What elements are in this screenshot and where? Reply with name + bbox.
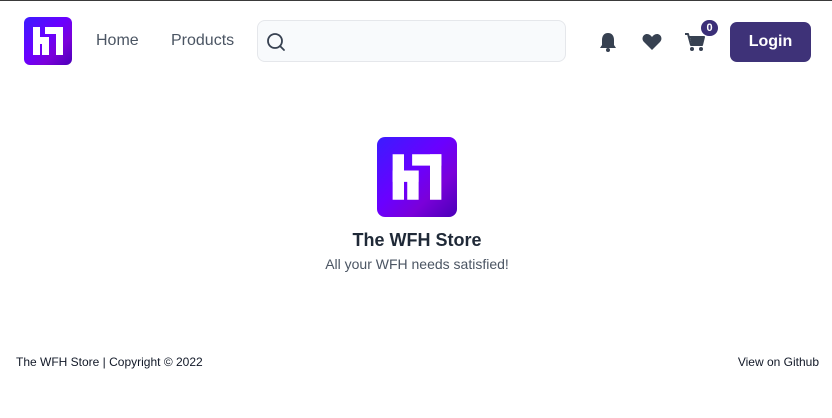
notifications-button[interactable] — [597, 31, 619, 53]
login-button[interactable]: Login — [730, 22, 811, 62]
search-icon — [267, 33, 285, 51]
search-input[interactable] — [294, 21, 562, 61]
hero-title: The WFH Store — [352, 230, 482, 250]
github-link[interactable]: View on Github — [738, 355, 819, 369]
cart-count-badge: 0 — [701, 20, 718, 36]
search-bar[interactable] — [257, 20, 566, 62]
nav-home-link[interactable]: Home — [96, 32, 139, 50]
brand-logo[interactable] — [24, 17, 72, 65]
cart-button[interactable] — [684, 31, 706, 53]
nav-products-link[interactable]: Products — [171, 32, 234, 50]
logo-mark-icon — [392, 154, 442, 200]
footer-copyright: The WFH Store | Copyright © 2022 — [16, 355, 203, 369]
logo-mark-icon — [33, 27, 63, 55]
wishlist-button[interactable] — [641, 31, 663, 53]
bell-icon — [600, 33, 616, 52]
hero-logo — [377, 137, 457, 217]
hero-subtitle: All your WFH needs satisfied! — [325, 256, 509, 272]
heart-icon — [642, 34, 662, 50]
site-header: Home Products 0 Login — [0, 1, 832, 81]
cart-icon — [685, 33, 705, 51]
